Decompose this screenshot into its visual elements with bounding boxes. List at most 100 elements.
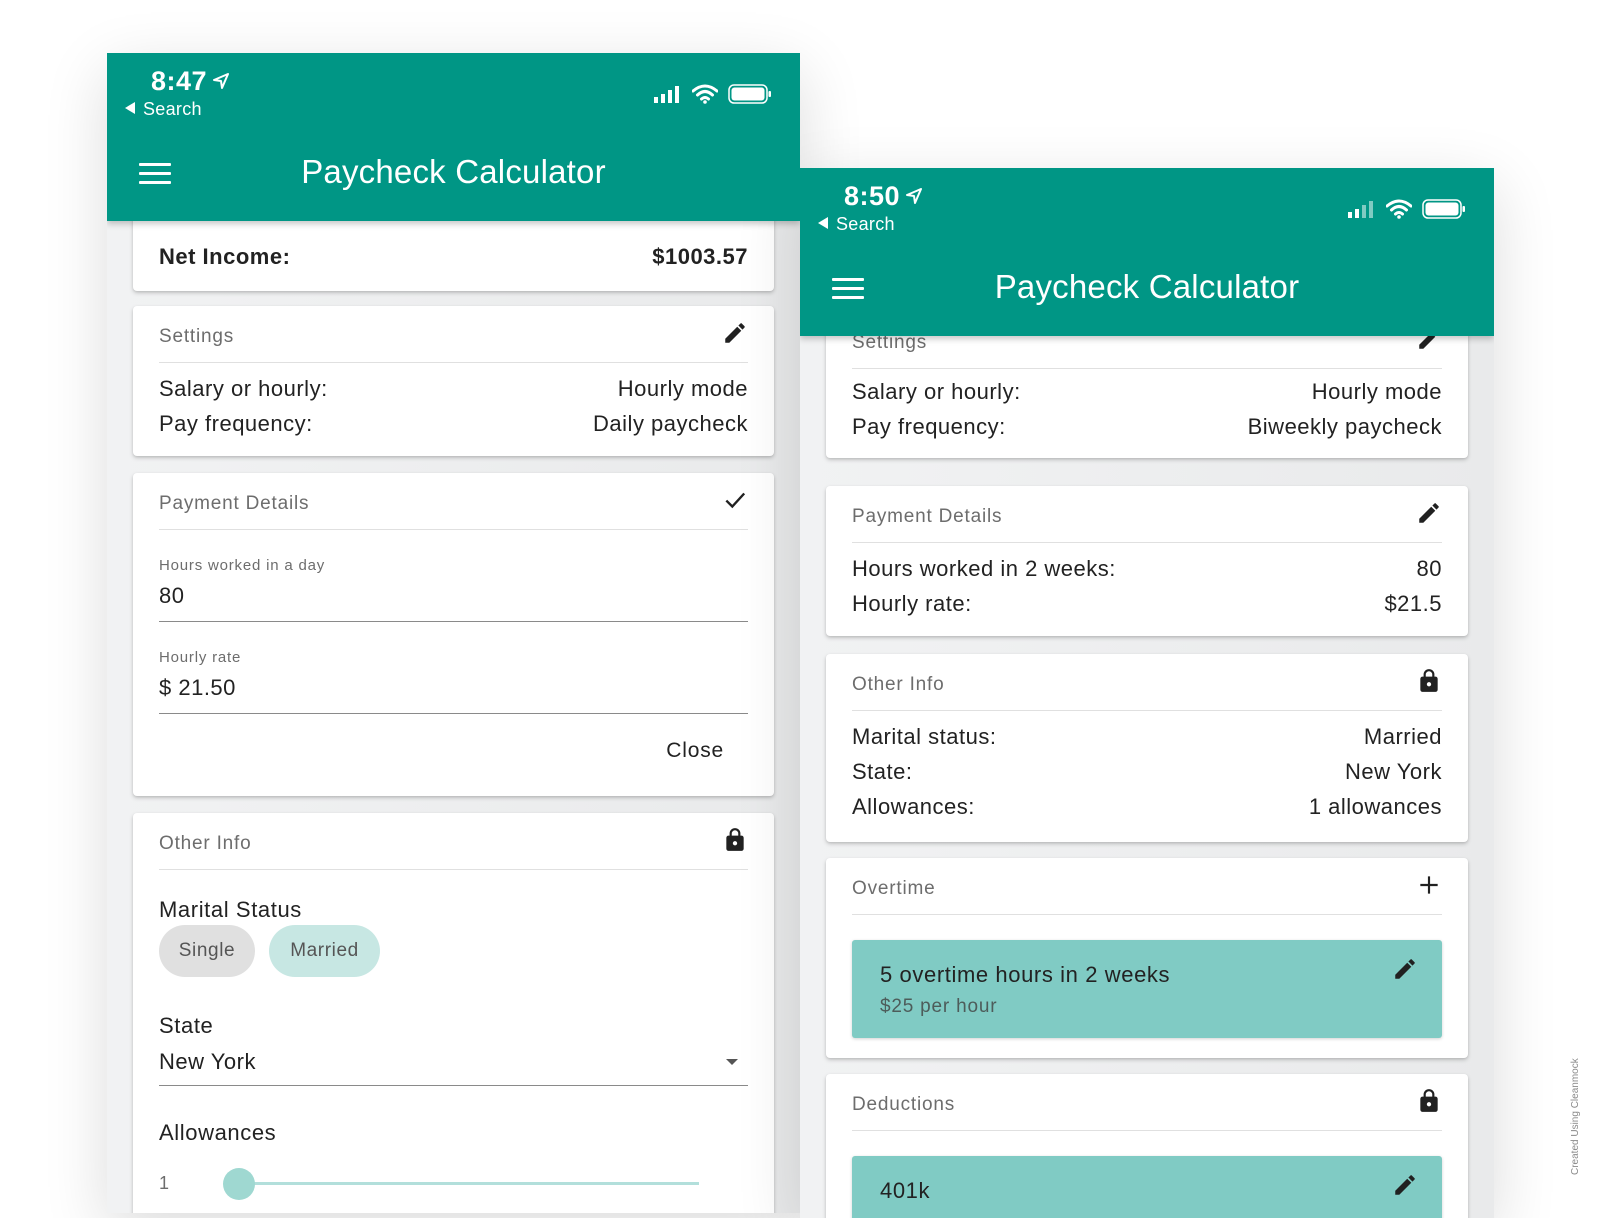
payment-details-header: Payment Details [852,486,1442,543]
payment-details-title: Payment Details [159,493,310,514]
chip-single[interactable]: Single [159,925,255,977]
check-icon[interactable] [722,487,748,519]
deduction-item-title: 401k [880,1178,931,1203]
hourly-rate-field-label: Hourly rate [159,649,242,666]
other-info-row-label: Marital status: [852,724,997,749]
settings-row-value: Hourly mode [617,376,748,401]
settings-row-value: Biweekly paycheck [1247,414,1442,439]
hours-field-value: 80 [159,583,185,608]
lock-icon[interactable] [1416,1088,1442,1120]
status-back-link[interactable]: Search [125,99,202,120]
back-arrow-icon [125,102,135,114]
pencil-icon[interactable] [1392,956,1418,987]
settings-header: Settings [159,306,748,363]
deduction-item[interactable]: 401k [852,1156,1442,1218]
chip-married[interactable]: Married [269,925,380,977]
other-info-card: Other Info Marital Status Single Married… [133,813,774,1213]
settings-row-label: Salary or hourly: [852,379,1021,404]
payment-row-label: Hourly rate: [852,591,972,616]
settings-row: Pay frequency: Daily paycheck [159,407,748,441]
watermark: Created Using Cleanmock [1570,1058,1581,1175]
pencil-icon[interactable] [722,320,748,352]
other-info-title: Other Info [159,833,252,854]
status-indicators [1348,198,1466,225]
payment-details-card: Payment Details Hours worked in a day 80… [133,473,774,796]
hourly-rate-field-value: $ 21.50 [159,675,236,700]
payment-row-label: Hours worked in 2 weeks: [852,556,1116,581]
overtime-card: Overtime 5 overtime hours in 2 weeks $25… [826,858,1468,1058]
battery-icon [728,83,772,110]
payment-details-card: Payment Details Hours worked in 2 weeks:… [826,486,1468,636]
other-info-row: State: New York [852,755,1442,789]
settings-row: Pay frequency: Biweekly paycheck [852,410,1442,444]
payment-row: Hourly rate: $21.5 [852,587,1442,621]
payment-row-value: $21.5 [1384,591,1442,616]
slider-min-label: 1 [159,1173,170,1193]
status-time: 8:50 [844,180,923,212]
deductions-header: Deductions [852,1074,1442,1131]
overtime-title: Overtime [852,878,936,899]
other-info-row: Allowances: 1 allowances [852,790,1442,824]
status-time: 8:47 [151,65,230,97]
settings-row: Salary or hourly: Hourly mode [159,372,748,406]
payment-row: Hours worked in 2 weeks: 80 [852,552,1442,586]
overtime-item-title: 5 overtime hours in 2 weeks [880,962,1171,987]
overtime-header: Overtime [852,858,1442,915]
other-info-header: Other Info [159,813,748,870]
close-button[interactable]: Close [666,739,724,763]
lock-icon[interactable] [722,827,748,859]
other-info-title: Other Info [852,674,945,695]
location-arrow-icon [906,180,923,211]
phone-screen-left: 8:47 Search Paycheck Calculator Net Inco… [107,53,800,1213]
pencil-icon[interactable] [1392,1172,1418,1203]
settings-card: Settings Salary or hourly: Hourly mode P… [133,306,774,456]
wifi-icon [1385,199,1413,224]
settings-row: Salary or hourly: Hourly mode [852,375,1442,409]
allowances-slider-thumb[interactable] [223,1168,255,1200]
other-info-row-label: Allowances: [852,794,975,819]
settings-row-label: Pay frequency: [852,414,1006,439]
settings-row-value: Daily paycheck [593,411,748,436]
other-info-row: Marital status: Married [852,720,1442,754]
lock-icon[interactable] [1416,668,1442,700]
phone-screen-right: 8:50 Search Paycheck Calculator Settings… [800,168,1494,1218]
other-info-row-value: 1 allowances [1308,794,1442,819]
other-info-header: Other Info [852,654,1442,711]
net-income-row: Net Income: $1003.57 [159,240,748,274]
hours-field-label: Hours worked in a day [159,557,326,574]
signal-icon [654,85,682,108]
state-label: State [159,1013,214,1038]
other-info-row-label: State: [852,759,913,784]
hours-field[interactable]: Hours worked in a day 80 [159,553,748,622]
settings-row-label: Salary or hourly: [159,376,328,401]
app-title: Paycheck Calculator [994,268,1300,305]
signal-icon [1348,200,1376,223]
marital-status-label: Marital Status [159,897,302,922]
other-info-row-value: Married [1363,724,1442,749]
other-info-row-value: New York [1345,759,1442,784]
settings-row-value: Hourly mode [1311,379,1442,404]
overtime-item[interactable]: 5 overtime hours in 2 weeks $25 per hour [852,940,1442,1038]
settings-row-label: Pay frequency: [159,411,313,436]
wifi-icon [691,84,719,109]
state-select[interactable]: New York [159,1045,748,1086]
settings-title: Settings [159,326,235,347]
battery-icon [1422,198,1466,225]
back-arrow-icon [818,217,828,229]
allowances-slider-track[interactable] [231,1182,699,1185]
dropdown-caret-icon [726,1059,738,1065]
other-info-card: Other Info Marital status: Married State… [826,654,1468,842]
app-title: Paycheck Calculator [301,153,606,190]
plus-icon[interactable] [1416,872,1442,904]
payment-row-value: 80 [1416,556,1442,581]
hourly-rate-field[interactable]: Hourly rate $ 21.50 [159,645,748,714]
payment-details-title: Payment Details [852,506,1003,527]
state-select-value: New York [159,1049,256,1074]
status-back-link[interactable]: Search [818,214,895,235]
deductions-title: Deductions [852,1094,956,1115]
status-indicators [654,83,772,110]
location-arrow-icon [213,65,230,96]
pencil-icon[interactable] [1416,500,1442,532]
app-bar: 8:47 Search Paycheck Calculator [107,53,800,221]
app-bar: 8:50 Search Paycheck Calculator [800,168,1494,336]
